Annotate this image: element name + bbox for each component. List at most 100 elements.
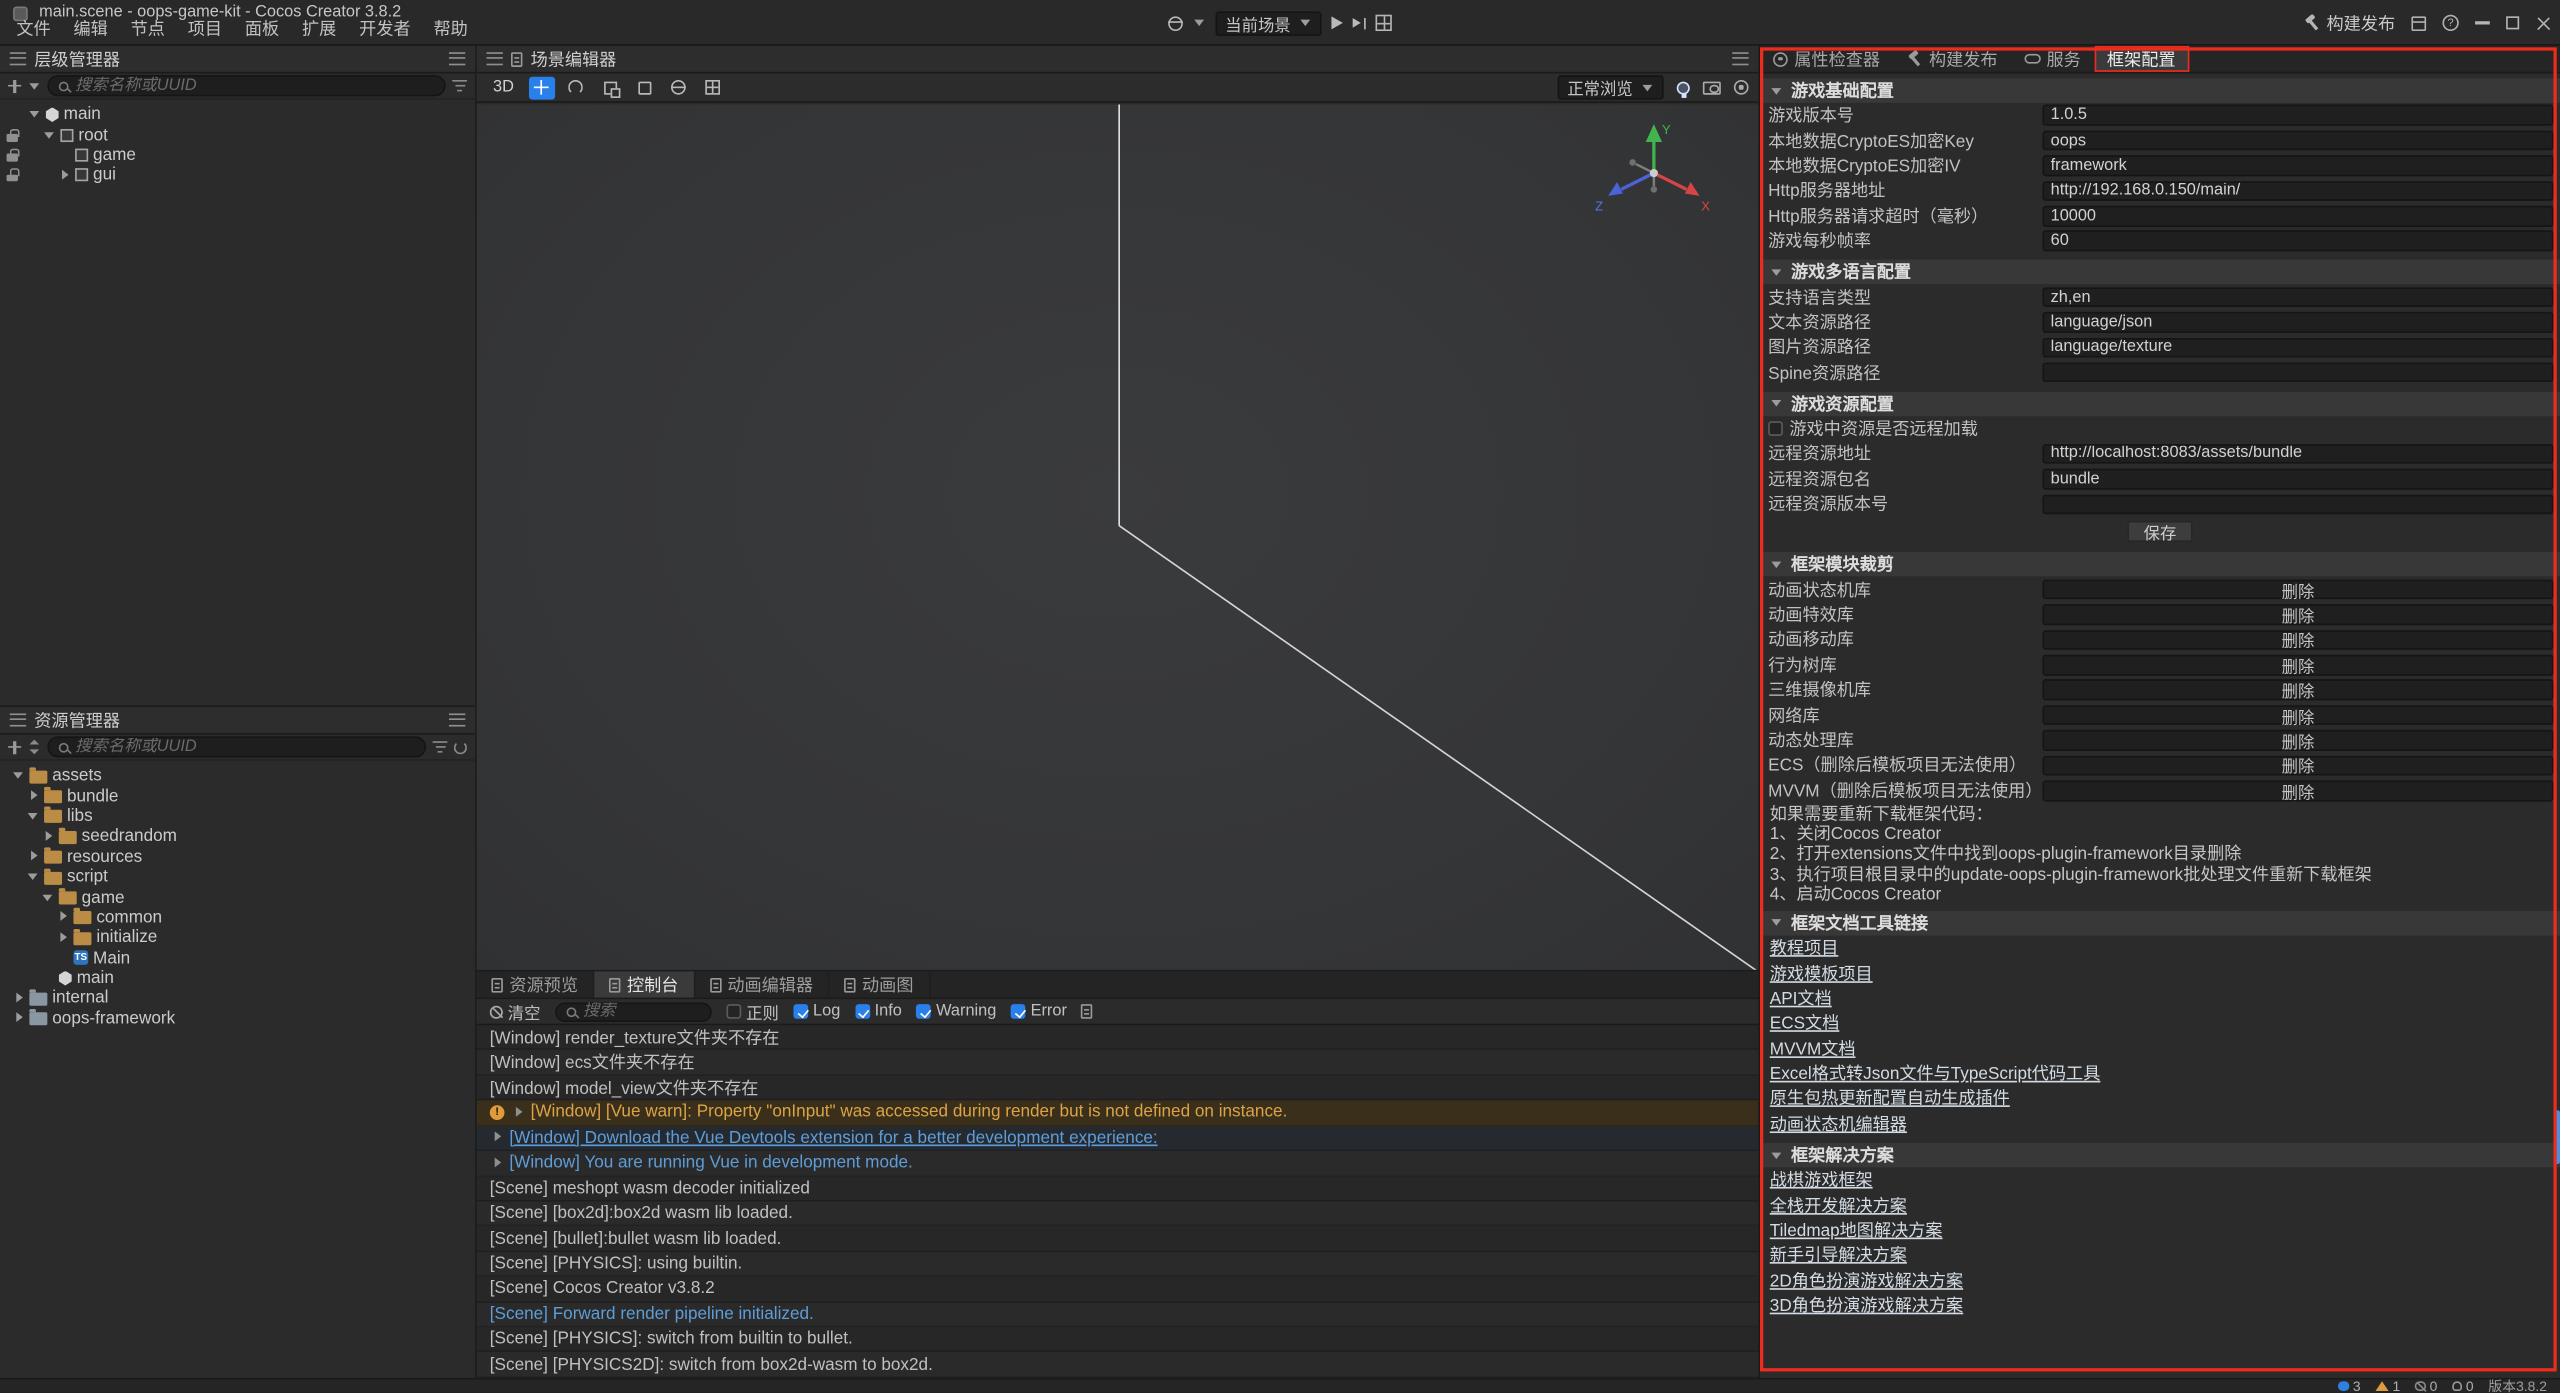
expand-arrow-icon[interactable] bbox=[490, 1156, 503, 1169]
tree-row[interactable]: main bbox=[0, 968, 475, 988]
chevron-down-icon[interactable] bbox=[28, 79, 41, 92]
hierarchy-searchbox[interactable] bbox=[47, 75, 445, 96]
error-count[interactable]: 0 bbox=[2415, 1378, 2437, 1393]
expand-arrow-icon[interactable] bbox=[26, 870, 39, 883]
log-row[interactable]: [Scene] meshopt wasm decoder initialized bbox=[477, 1176, 1759, 1201]
section-header[interactable]: 框架文档工具链接 bbox=[1760, 911, 2560, 935]
menu-item[interactable]: 开发者 bbox=[348, 15, 422, 43]
delete-button-behavior-tree[interactable]: 删除 bbox=[2042, 655, 2553, 675]
delete-button-anim-effect[interactable]: 删除 bbox=[2042, 605, 2553, 625]
log-row[interactable]: [Scene] Forward render pipeline initiali… bbox=[477, 1302, 1759, 1327]
log-row[interactable]: [Scene] [PHYSICS]: switch from builtin t… bbox=[477, 1327, 1759, 1352]
menu-item[interactable]: 节点 bbox=[119, 15, 176, 43]
refresh-icon[interactable] bbox=[454, 740, 467, 753]
doc-link[interactable]: API文档 bbox=[1760, 986, 2560, 1011]
export-log-icon[interactable] bbox=[1082, 1004, 1093, 1019]
log-row[interactable]: [Scene] [PHYSICS2D]: switch from box2d-w… bbox=[477, 1353, 1759, 1378]
filter-checkbox[interactable] bbox=[917, 1004, 932, 1019]
section-header[interactable]: 游戏多语言配置 bbox=[1760, 260, 2560, 284]
hierarchy-search-input[interactable] bbox=[75, 77, 434, 95]
section-header[interactable]: 框架解决方案 bbox=[1760, 1143, 2560, 1167]
snap-tool-button[interactable] bbox=[700, 76, 726, 99]
expand-arrow-icon[interactable] bbox=[26, 850, 39, 863]
console-tab[interactable]: 控制台 bbox=[594, 971, 694, 997]
delete-button-camera-3d[interactable]: 删除 bbox=[2042, 680, 2553, 700]
remote-load-checkbox[interactable] bbox=[1768, 421, 1783, 436]
tree-row[interactable]: common bbox=[0, 907, 475, 927]
input-crypto-key[interactable] bbox=[2042, 130, 2553, 150]
tree-row[interactable]: gui bbox=[0, 165, 475, 185]
scrollbar-thumb[interactable] bbox=[2555, 1110, 2560, 1164]
panel-options-icon[interactable] bbox=[1732, 52, 1748, 65]
doc-link[interactable]: Tiledmap地图解决方案 bbox=[1760, 1218, 2560, 1243]
tree-row[interactable]: main bbox=[0, 104, 475, 124]
expand-arrow-icon[interactable] bbox=[511, 1106, 524, 1119]
doc-link[interactable]: MVVM文档 bbox=[1760, 1036, 2560, 1061]
expand-arrow-icon[interactable] bbox=[28, 108, 41, 121]
doc-link[interactable]: 动画状态机编辑器 bbox=[1760, 1111, 2560, 1136]
build-publish-button[interactable]: 构建发布 bbox=[2304, 11, 2395, 35]
axis-gizmo[interactable]: Y X Z bbox=[1592, 118, 1716, 222]
delete-button-dynamic-process[interactable]: 删除 bbox=[2042, 730, 2553, 750]
menu-item[interactable]: 项目 bbox=[176, 15, 233, 43]
log-row[interactable]: [Window] ecs文件夹不存在 bbox=[477, 1050, 1759, 1075]
step-button[interactable] bbox=[1353, 17, 1366, 28]
menu-item[interactable]: 帮助 bbox=[422, 15, 479, 43]
menu-item[interactable]: 面板 bbox=[233, 15, 290, 43]
input-spine-path[interactable] bbox=[2042, 362, 2553, 382]
save-button[interactable]: 保存 bbox=[2127, 521, 2192, 542]
view-mode-select[interactable]: 正常浏览 bbox=[1558, 75, 1664, 99]
filter-toggle[interactable]: Warning bbox=[917, 1002, 997, 1020]
add-node-icon[interactable] bbox=[8, 79, 21, 92]
filter-icon[interactable] bbox=[433, 740, 448, 753]
assets-search-input[interactable] bbox=[75, 738, 415, 756]
help-icon[interactable] bbox=[2442, 15, 2458, 31]
section-header[interactable]: 游戏基础配置 bbox=[1760, 78, 2560, 102]
console-tab[interactable]: 动画图 bbox=[829, 971, 929, 997]
menu-item[interactable]: 编辑 bbox=[62, 15, 119, 43]
tree-row[interactable]: TSMain bbox=[0, 948, 475, 968]
tree-row[interactable]: seedrandom bbox=[0, 826, 475, 846]
filter-checkbox[interactable] bbox=[855, 1004, 870, 1019]
doc-link[interactable]: 2D角色扮演游戏解决方案 bbox=[1760, 1268, 2560, 1293]
filter-toggle[interactable]: Error bbox=[1011, 1002, 1067, 1020]
input-remote-version[interactable] bbox=[2042, 494, 2553, 514]
mode-3d-button[interactable]: 3D bbox=[487, 77, 521, 98]
pivot-tool-button[interactable] bbox=[666, 76, 692, 99]
rect-tool-button[interactable] bbox=[632, 76, 658, 99]
tree-row[interactable]: game bbox=[0, 145, 475, 165]
chevron-down-icon[interactable] bbox=[1193, 16, 1206, 29]
sort-icon[interactable] bbox=[28, 740, 41, 755]
log-row[interactable]: [Window] render_texture文件夹不存在 bbox=[477, 1025, 1759, 1050]
minimize-button[interactable] bbox=[2475, 22, 2490, 24]
scene-select[interactable]: 当前场景 bbox=[1216, 11, 1322, 35]
doc-link[interactable]: 原生包热更新配置自动生成插件 bbox=[1760, 1086, 2560, 1111]
panel-menu-icon[interactable] bbox=[487, 52, 503, 65]
maximize-button[interactable] bbox=[2506, 16, 2519, 29]
log-row[interactable]: [Window] Download the Vue Devtools exten… bbox=[477, 1126, 1759, 1151]
expand-arrow-icon[interactable] bbox=[56, 931, 69, 944]
console-tab[interactable]: 资源预览 bbox=[477, 971, 595, 997]
regex-checkbox[interactable] bbox=[727, 1004, 742, 1019]
expand-arrow-icon[interactable] bbox=[42, 128, 55, 141]
expand-arrow-icon[interactable] bbox=[11, 1012, 24, 1025]
move-tool-button[interactable] bbox=[529, 76, 555, 99]
expand-arrow-icon[interactable] bbox=[26, 810, 39, 823]
input-http-server[interactable] bbox=[2042, 181, 2553, 201]
input-languages[interactable] bbox=[2042, 287, 2553, 307]
input-remote-url[interactable] bbox=[2042, 444, 2553, 464]
tree-row[interactable]: oops-framework bbox=[0, 1008, 475, 1028]
expand-arrow-icon[interactable] bbox=[26, 790, 39, 803]
doc-link[interactable]: 战棋游戏框架 bbox=[1760, 1167, 2560, 1192]
tree-row[interactable]: game bbox=[0, 887, 475, 907]
play-button[interactable] bbox=[1331, 16, 1342, 29]
console-search-input[interactable] bbox=[583, 1002, 701, 1020]
tree-row[interactable]: libs bbox=[0, 806, 475, 826]
filter-checkbox[interactable] bbox=[1011, 1004, 1026, 1019]
filter-icon[interactable] bbox=[452, 79, 467, 92]
expand-arrow-icon[interactable] bbox=[41, 830, 54, 843]
filter-toggle[interactable]: Info bbox=[855, 1002, 902, 1020]
input-frame-rate[interactable] bbox=[2042, 231, 2553, 251]
section-header[interactable]: 游戏资源配置 bbox=[1760, 392, 2560, 416]
menu-item[interactable]: 扩展 bbox=[291, 15, 348, 43]
